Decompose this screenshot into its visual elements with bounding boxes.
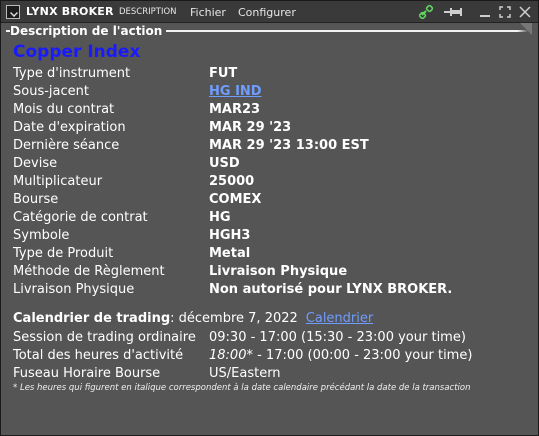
total-hours-label: Total des heures d'activité <box>13 348 184 363</box>
timezone-row: Fuseau Horaire Bourse US/Eastern <box>13 366 533 384</box>
title-bar[interactable]: LYNX BROKER DESCRIPTION Fichier Configur… <box>1 1 538 23</box>
row-label: Méthode de Règlement <box>13 264 165 279</box>
brand-name: LYNX BROKER <box>26 5 114 18</box>
trading-calendar-row: Calendrier de trading: décembre 7, 2022 C… <box>13 311 373 326</box>
row-value: MAR 29 '23 <box>209 120 292 135</box>
row-label: Livraison Physique <box>13 282 135 297</box>
minimize-icon[interactable] <box>479 5 491 19</box>
row-label: Sous-jacent <box>13 84 89 99</box>
session-value: 09:30 - 17:00 (15:30 - 23:00 your time) <box>209 330 466 345</box>
regular-session-row: Session de trading ordinaire 09:30 - 17:… <box>13 330 533 348</box>
description-content: Copper Index Type d'instrument FUT Sous-… <box>6 39 532 429</box>
total-hours-row: Total des heures d'activité 18:00* - 17:… <box>13 348 533 366</box>
row-label: Type d'instrument <box>13 66 131 81</box>
row-value: HG <box>209 210 231 225</box>
close-icon[interactable] <box>519 5 531 19</box>
row-label: Type de Produit <box>13 246 114 261</box>
row-value: USD <box>209 156 240 171</box>
row-value: MAR23 <box>209 102 261 117</box>
row-label: Devise <box>13 156 58 171</box>
calendar-date: décembre 7, 2022 <box>178 311 298 326</box>
total-hours-italic: 18:00* <box>209 348 253 363</box>
total-hours-rest: - 17:00 (00:00 - 23:00 your time) <box>252 348 473 363</box>
menu-fichier[interactable]: Fichier <box>190 6 226 19</box>
row-value: Metal <box>209 246 251 261</box>
menu-configurer[interactable]: Configurer <box>238 6 296 19</box>
link-icon[interactable] <box>419 5 435 19</box>
section-header: Description de l'action <box>6 23 532 39</box>
row-value: 25000 <box>209 174 255 189</box>
calendar-colon: : <box>170 311 179 326</box>
row-label: Multiplicateur <box>13 174 103 189</box>
timezone-value: US/Eastern <box>209 366 281 381</box>
instrument-title: Copper Index <box>13 42 141 62</box>
pin-icon[interactable] <box>443 5 463 19</box>
calendar-label: Calendrier de trading <box>13 311 171 326</box>
maximize-icon[interactable] <box>499 5 511 19</box>
row-value: FUT <box>209 66 238 81</box>
section-title: Description de l'action <box>10 24 167 38</box>
italic-hours-footnote: * Les heures qui figurent en italique co… <box>13 383 471 393</box>
app-logo-icon <box>6 5 20 19</box>
row-label: Bourse <box>13 192 59 207</box>
corner-tab-icon <box>520 23 532 35</box>
row-label: Catégorie de contrat <box>13 210 148 225</box>
underlying-link[interactable]: HG IND <box>209 84 262 99</box>
row-value: COMEX <box>209 192 262 207</box>
total-hours-value: 18:00* - 17:00 (00:00 - 23:00 your time) <box>209 348 472 363</box>
session-label: Session de trading ordinaire <box>13 330 196 345</box>
row-label: Mois du contrat <box>13 102 115 117</box>
timezone-label: Fuseau Horaire Bourse <box>13 366 161 381</box>
row-label: Date d'expiration <box>13 120 126 135</box>
row-value: HGH3 <box>209 228 251 243</box>
description-window: LYNX BROKER DESCRIPTION Fichier Configur… <box>0 0 539 436</box>
row-label: Symbole <box>13 228 70 243</box>
row-value: Non autorisé pour LYNX BROKER. <box>209 282 453 297</box>
row-value: MAR 29 '23 13:00 EST <box>209 138 369 153</box>
tab-description[interactable]: DESCRIPTION <box>119 7 177 17</box>
calendar-link[interactable]: Calendrier <box>306 311 373 326</box>
row-label: Dernière séance <box>13 138 120 153</box>
row-value: Livraison Physique <box>209 264 348 279</box>
